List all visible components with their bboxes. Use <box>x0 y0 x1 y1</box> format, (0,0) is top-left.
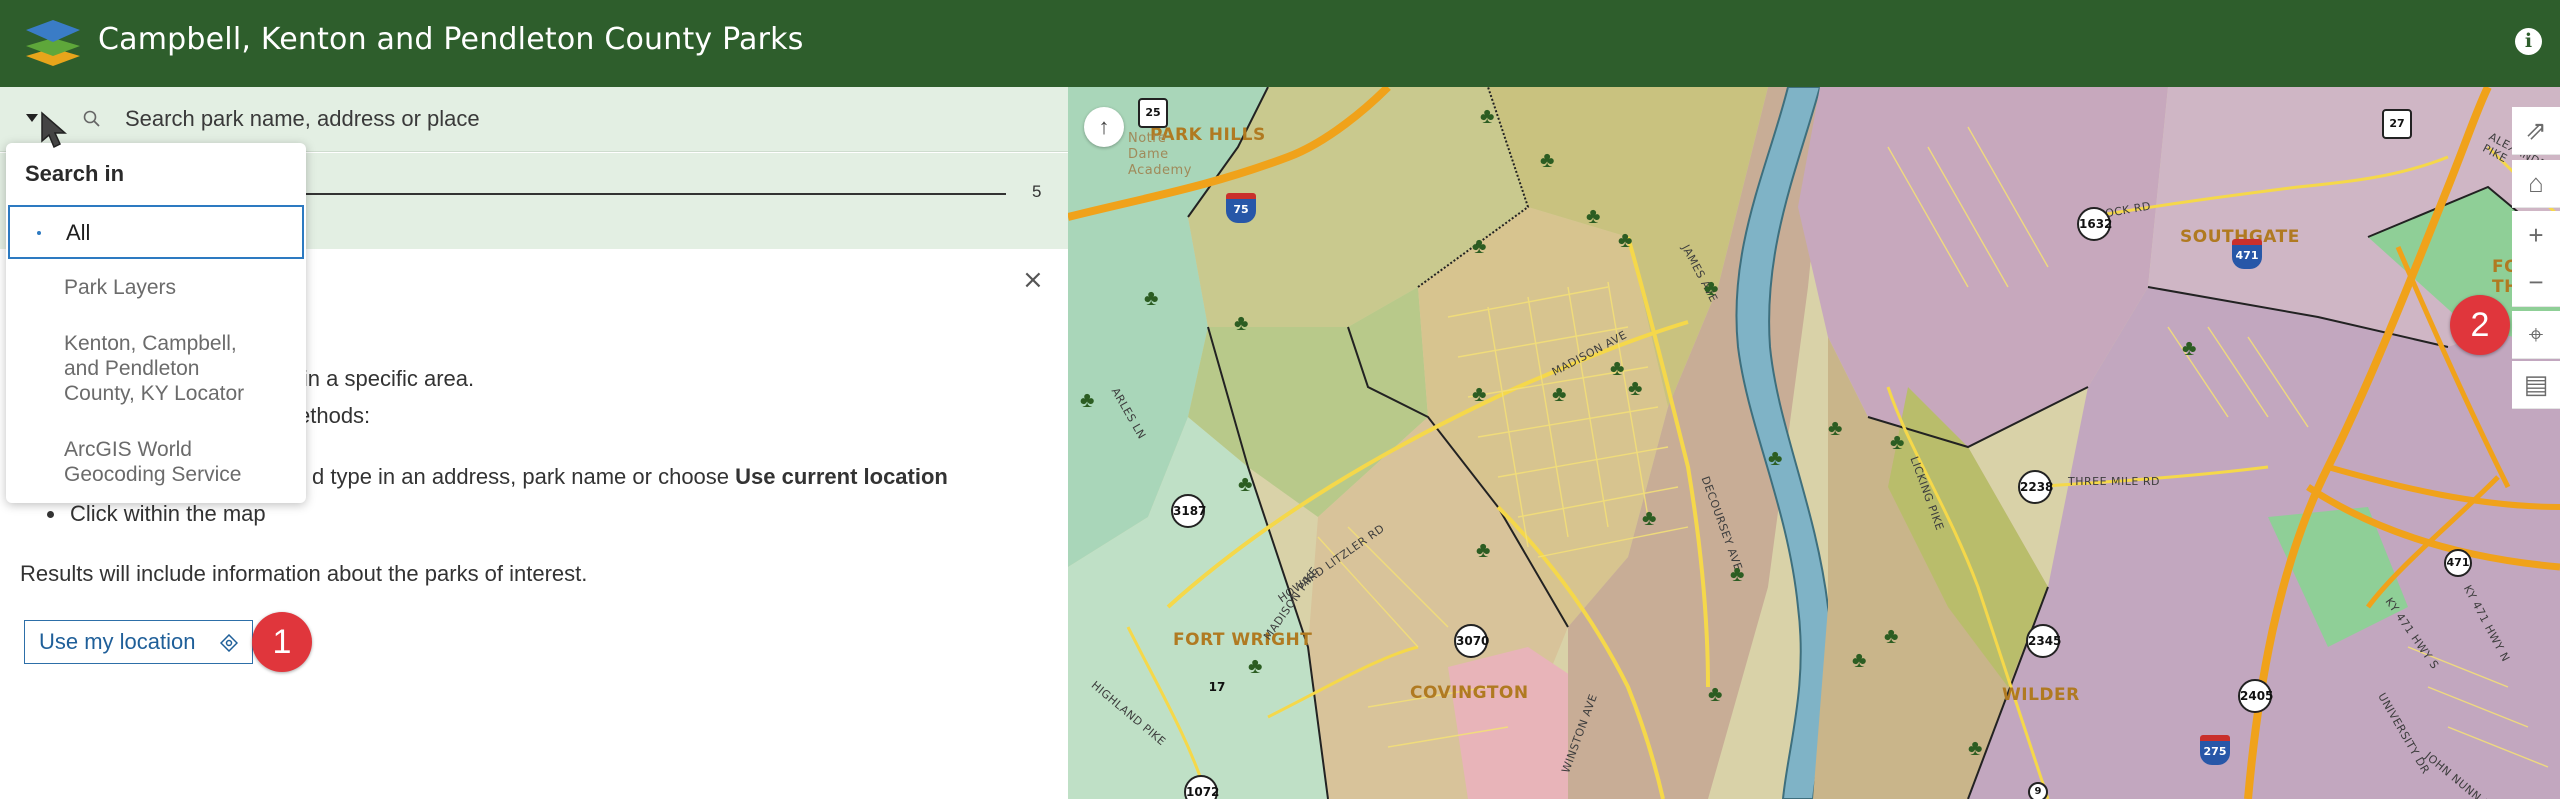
park-tree-icon: ♣ <box>1708 681 1723 706</box>
search-source-caret-icon[interactable] <box>26 114 38 122</box>
park-tree-icon: ♣ <box>1828 415 1843 440</box>
route-shield: 17 <box>1208 680 1226 694</box>
route-shield: 1632 <box>2077 207 2112 241</box>
measure-icon: ▤ <box>2523 369 2549 399</box>
park-tree-icon: ♣ <box>1540 147 1555 172</box>
park-tree-icon: ♣ <box>1234 310 1249 335</box>
route-shield: 3070 <box>1454 624 1489 658</box>
park-tree-icon: ♣ <box>1476 537 1491 562</box>
dropdown-item-label: All <box>66 219 91 245</box>
zoom-out-button[interactable]: − <box>2512 259 2560 307</box>
park-tree-icon: ♣ <box>1768 445 1783 470</box>
layers-logo-icon <box>26 20 80 66</box>
close-icon[interactable]: × <box>1022 265 1044 295</box>
park-tree-icon: ♣ <box>1144 285 1159 310</box>
interstate-shield: 75 <box>1226 193 1256 223</box>
park-tree-icon: ♣ <box>1884 623 1899 648</box>
park-tree-icon: ♣ <box>1618 227 1633 252</box>
dropdown-item-locator[interactable]: Kenton, Campbell, and Pendleton County, … <box>6 331 276 406</box>
park-tree-icon: ♣ <box>1730 561 1745 586</box>
results-note: Results will include information about t… <box>20 561 588 586</box>
place-label-wilder: WILDER <box>2002 685 2080 705</box>
place-label-fort-wright: FORT WRIGHT <box>1173 630 1313 650</box>
map-view[interactable]: PARK HILLS SOUTHGATE FORT THOMAS FORT WR… <box>1068 87 2560 799</box>
dropdown-item-all[interactable]: All <box>8 205 304 259</box>
route-shield: 2405 <box>2238 679 2273 713</box>
use-my-location-button[interactable]: Use my location <box>24 620 253 664</box>
park-tree-icon: ♣ <box>1642 505 1657 530</box>
zoom-in-icon: + <box>2528 219 2544 250</box>
park-tree-icon: ♣ <box>1480 103 1495 128</box>
park-tree-icon: ♣ <box>1248 653 1263 678</box>
dropdown-header: Search in <box>25 161 125 186</box>
park-tree-icon: ♣ <box>1552 381 1567 406</box>
app-header: Campbell, Kenton and Pendleton County Pa… <box>0 0 2560 87</box>
home-icon: ⌂ <box>2528 168 2544 198</box>
park-tree-icon: ♣ <box>2182 335 2197 360</box>
dropdown-item-world-geocoding[interactable]: ArcGIS World Geocoding Service <box>6 437 276 487</box>
park-tree-icon: ♣ <box>1968 735 1983 760</box>
share-button[interactable]: ⇗ <box>2512 107 2560 155</box>
us-route-shield: 25 <box>1138 98 1168 128</box>
mouse-cursor-icon <box>41 111 68 149</box>
search-input[interactable] <box>125 101 1025 137</box>
poi-label-notre-dame: Notre Dame Academy <box>1128 131 1192 178</box>
search-icon <box>83 110 100 127</box>
park-tree-icon: ♣ <box>1080 387 1095 412</box>
locate-button[interactable]: ⌖ <box>2512 311 2560 359</box>
route-shield: 9 <box>2028 782 2048 799</box>
use-my-location-label: Use my location <box>39 629 196 654</box>
radius-slider-track[interactable] <box>300 193 1006 195</box>
measure-button[interactable]: ▤ <box>2512 361 2560 409</box>
park-tree-icon: ♣ <box>1238 471 1253 496</box>
park-tree-icon: ♣ <box>1472 381 1487 406</box>
info-icon[interactable]: i <box>2515 28 2542 55</box>
route-shield: 3187 <box>1171 494 1206 528</box>
park-tree-icon: ♣ <box>1610 355 1625 380</box>
interstate-shield: 471 <box>2232 239 2262 269</box>
park-tree-icon: ♣ <box>1704 275 1719 300</box>
route-shield: 2345 <box>2026 624 2061 658</box>
step-marker-2: 2 <box>2450 295 2510 355</box>
park-tree-icon: ♣ <box>1586 203 1601 228</box>
place-label-covington: COVINGTON <box>1410 683 1529 703</box>
zoom-out-icon: − <box>2528 267 2544 297</box>
step-marker-1: 1 <box>252 612 312 672</box>
compass-icon[interactable]: ↑ <box>1084 107 1124 147</box>
share-icon: ⇗ <box>2525 115 2547 145</box>
dropdown-item-park-layers[interactable]: Park Layers <box>6 275 306 300</box>
selected-dot-icon <box>37 231 41 235</box>
route-shield: 2238 <box>2018 470 2053 504</box>
slider-max-label: 5 <box>1032 182 1042 201</box>
zoom-in-button[interactable]: + <box>2512 211 2560 259</box>
locate-icon: ⌖ <box>2528 318 2544 349</box>
locate-icon <box>220 634 238 652</box>
park-tree-icon: ♣ <box>1628 375 1643 400</box>
park-tree-icon: ♣ <box>1890 429 1905 454</box>
road-label: THREE MILE RD <box>2068 475 2160 488</box>
search-source-dropdown: Search in All Park Layers Kenton, Campbe… <box>6 143 306 503</box>
park-tree-icon: ♣ <box>1852 647 1867 672</box>
us-route-shield: 27 <box>2382 109 2412 139</box>
park-tree-icon: ♣ <box>1472 233 1487 258</box>
bullet-text-2: Click within the map <box>70 501 266 526</box>
interstate-shield: 275 <box>2200 735 2230 765</box>
home-button[interactable]: ⌂ <box>2512 160 2560 208</box>
route-shield: 471 <box>2444 549 2472 577</box>
bullet-text-1: d type in an address, park name or choos… <box>312 464 948 489</box>
app-title: Campbell, Kenton and Pendleton County Pa… <box>98 22 804 57</box>
basemap <box>1068 87 2560 799</box>
bullet-dot <box>47 511 54 518</box>
